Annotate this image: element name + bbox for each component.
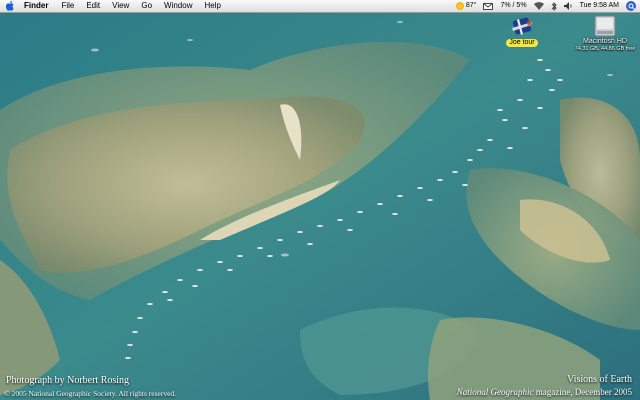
volume-icon[interactable] bbox=[563, 2, 573, 10]
menu-window[interactable]: Window bbox=[164, 0, 192, 12]
bluetooth-icon[interactable] bbox=[551, 1, 557, 11]
apple-menu-icon[interactable] bbox=[6, 1, 16, 12]
desktop-icon-label: Joe tour bbox=[506, 39, 538, 47]
desktop-icon-label: Macintosh HD bbox=[583, 38, 627, 45]
spotlight-icon bbox=[626, 1, 636, 11]
weather-menu-extra[interactable]: 87° bbox=[455, 0, 477, 12]
battery-menu-extra[interactable]: 7% / 5% bbox=[500, 0, 526, 12]
menu-view[interactable]: View bbox=[112, 0, 129, 12]
menu-bar: Finder File Edit View Go Window Help 87°… bbox=[0, 0, 640, 13]
airplane-icon bbox=[512, 17, 532, 35]
battery-status: 7% / 5% bbox=[500, 2, 527, 9]
menu-go[interactable]: Go bbox=[141, 0, 152, 12]
menu-help[interactable]: Help bbox=[204, 0, 220, 12]
menu-clock[interactable]: Tue 9:58 AM bbox=[580, 0, 619, 12]
apple-logo-icon bbox=[6, 1, 14, 11]
hard-drive-icon bbox=[594, 15, 616, 37]
mail-icon[interactable] bbox=[483, 2, 494, 10]
desktop-icon-joe-tour[interactable]: Joe tour bbox=[504, 16, 540, 47]
spotlight-button[interactable] bbox=[626, 1, 636, 11]
menu-finder[interactable]: Finder bbox=[24, 0, 48, 12]
menu-edit[interactable]: Edit bbox=[86, 0, 100, 12]
magazine-name: National Geographic bbox=[456, 387, 534, 397]
disk-capacity-label: 74.31 GB, 44.86 GB free bbox=[574, 46, 636, 52]
magazine-issue: magazine, December 2005 bbox=[535, 387, 632, 397]
photo-credit: Photograph by Norbert Rosing bbox=[6, 375, 130, 386]
weather-temperature: 87° bbox=[465, 2, 477, 9]
sun-icon bbox=[455, 2, 464, 10]
magazine-credit: National Geographic magazine, December 2… bbox=[457, 387, 632, 397]
desktop-icon-macintosh-hd[interactable]: Macintosh HD 74.31 GB, 44.86 GB free bbox=[572, 14, 638, 52]
desktop-wallpaper bbox=[0, 0, 640, 400]
menu-extras: 87° 7% / 5% Tue 9:58 AM bbox=[449, 0, 636, 12]
series-title: Visions of Earth bbox=[567, 374, 632, 385]
wifi-icon[interactable] bbox=[533, 2, 544, 10]
menu-file[interactable]: File bbox=[61, 0, 74, 12]
copyright-notice: © 2005 National Geographic Society. All … bbox=[4, 389, 177, 398]
